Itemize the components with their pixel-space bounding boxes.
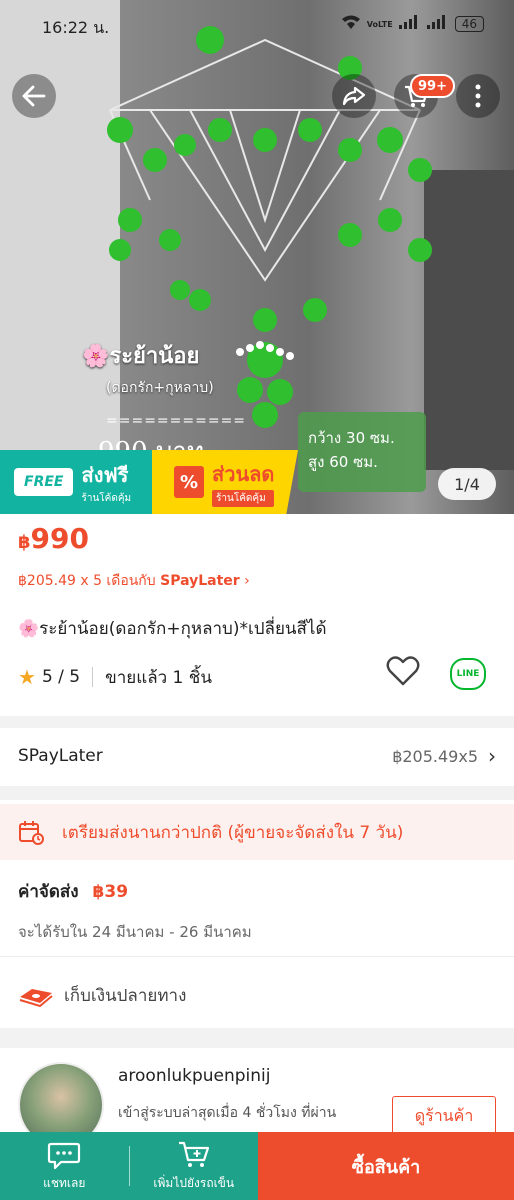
disc-title: ส่วนลด (212, 461, 275, 486)
prep-notice-text: เตรียมส่งนานกว่าปกติ (ผู้ขายจะจัดส่งใน 7… (62, 822, 404, 843)
disc-sub: ร้านโค้ดคุ้ม (212, 489, 275, 507)
image-caption-dashes: =========== (106, 413, 247, 429)
section-gap (0, 786, 514, 800)
calendar-clock-icon (19, 821, 44, 845)
image-page-indicator: 1/4 (438, 468, 496, 500)
more-vertical-icon (475, 84, 481, 108)
free-title: ส่งฟรี (81, 462, 129, 487)
line-share-icon[interactable]: LINE (450, 658, 486, 690)
share-icon (342, 86, 366, 106)
chevron-right-icon: › (244, 573, 250, 589)
cod-row: เก็บเงินปลายทาง (18, 982, 186, 1009)
status-icons: VoLTE 46 (341, 14, 484, 34)
network-label: VoLTE (366, 19, 393, 29)
image-caption-subtitle: (ดอกรัก+กุหลาบ) (106, 380, 214, 396)
battery-icon: 46 (454, 16, 484, 32)
divider (0, 956, 514, 957)
spaylater-value: ฿205.49x5 (392, 746, 478, 766)
shop-last-seen: เข้าสู่ระบบล่าสุดเมื่อ 4 ชั่วโมง ที่ผ่าน (118, 1105, 337, 1121)
view-shop-button[interactable]: ดูร้านค้า (392, 1096, 496, 1136)
product-name: 🌸ระย้าน้อย(ดอกรัก+กุหลาบ)*เปลี่ยนสีได้ (18, 619, 327, 639)
price-currency: ฿ (18, 532, 31, 553)
free-sub: ร้านโค้ดคุ้ม (81, 492, 132, 504)
signal-icon (398, 15, 421, 33)
share-button[interactable] (332, 74, 376, 118)
wifi-icon (341, 14, 361, 34)
product-price: ฿990 (18, 522, 89, 555)
cash-on-delivery-icon (19, 988, 53, 1007)
image-size-box: กว้าง 30 ซม. สูง 60 ซม. (298, 412, 426, 492)
favorite-heart-icon[interactable] (386, 656, 420, 694)
shipping-fee-value: ฿39 (92, 882, 129, 902)
rating-divider (92, 667, 94, 687)
arrow-left-icon (22, 85, 46, 107)
free-tag: FREE (14, 468, 74, 496)
status-time: 16:22 น. (42, 18, 110, 37)
section-gap (0, 1028, 514, 1048)
rating-value: 5 / 5 (41, 667, 81, 687)
percent-icon: % (174, 466, 204, 498)
promo-strip: FREE ส่งฟรี ร้านโค้ดคุ้ม % ส่วนลด ร้านโค… (0, 450, 298, 514)
back-button[interactable] (12, 74, 56, 118)
spaylater-row[interactable]: SPayLater ฿205.49x5 › (0, 728, 514, 784)
rating-row: ★ 5 / 5 ขายแล้ว 1 ชิ้น (18, 662, 496, 692)
add-cart-label: เพิ่มไปยังรถเข็น (153, 1175, 235, 1190)
buy-now-button[interactable]: ซื้อสินค้า (258, 1132, 514, 1200)
shipping-fee[interactable]: ค่าจัดส่ง ฿39 (18, 878, 128, 905)
section-gap (0, 716, 514, 728)
bottom-action-bar: แชทเลย เพิ่มไปยังรถเข็น ซื้อสินค้า (0, 1132, 514, 1200)
installment-brand: SPayLater (160, 573, 240, 589)
star-icon: ★ (18, 665, 36, 689)
status-bar: 16:22 น. VoLTE 46 (0, 0, 514, 52)
discount-promo: % ส่วนลด ร้านโค้ดคุ้ม (152, 450, 298, 514)
shop-name[interactable]: aroonlukpuenpinij (118, 1066, 271, 1086)
cod-text: เก็บเงินปลายทาง (64, 986, 187, 1006)
spaylater-label: SPayLater (18, 746, 103, 766)
cart-count-badge: 99+ (410, 74, 455, 98)
add-to-cart-button[interactable]: เพิ่มไปยังรถเข็น (130, 1132, 259, 1200)
free-shipping-promo: FREE ส่งฟรี ร้านโค้ดคุ้ม (0, 450, 152, 514)
prep-notice: เตรียมส่งนานกว่าปกติ (ผู้ขายจะจัดส่งใน 7… (0, 804, 514, 860)
add-cart-icon (178, 1141, 209, 1167)
chevron-right-icon: › (488, 744, 496, 768)
more-button[interactable] (456, 74, 500, 118)
installment-text: ฿205.49 x 5 เดือนกับ (18, 573, 156, 589)
installment-link[interactable]: ฿205.49 x 5 เดือนกับ SPayLater › (18, 570, 250, 592)
chat-button[interactable]: แชทเลย (0, 1132, 129, 1200)
bottom-bar-left: แชทเลย เพิ่มไปยังรถเข็น (0, 1132, 258, 1200)
image-size-height: สูง 60 ซม. (308, 453, 378, 471)
shipping-fee-label: ค่าจัดส่ง (18, 882, 79, 902)
chat-icon (48, 1142, 81, 1169)
chat-label: แชทเลย (43, 1175, 86, 1190)
price-value: 990 (30, 522, 89, 555)
delivery-estimate: จะได้รับใน 24 มีนาคม - 26 มีนาคม (18, 923, 252, 941)
image-size-width: กว้าง 30 ซม. (308, 429, 395, 447)
image-caption-title: 🌸ระย้าน้อย (82, 344, 200, 369)
sold-count: ขายแล้ว 1 ชิ้น (105, 667, 212, 688)
signal-icon-2 (426, 15, 449, 33)
